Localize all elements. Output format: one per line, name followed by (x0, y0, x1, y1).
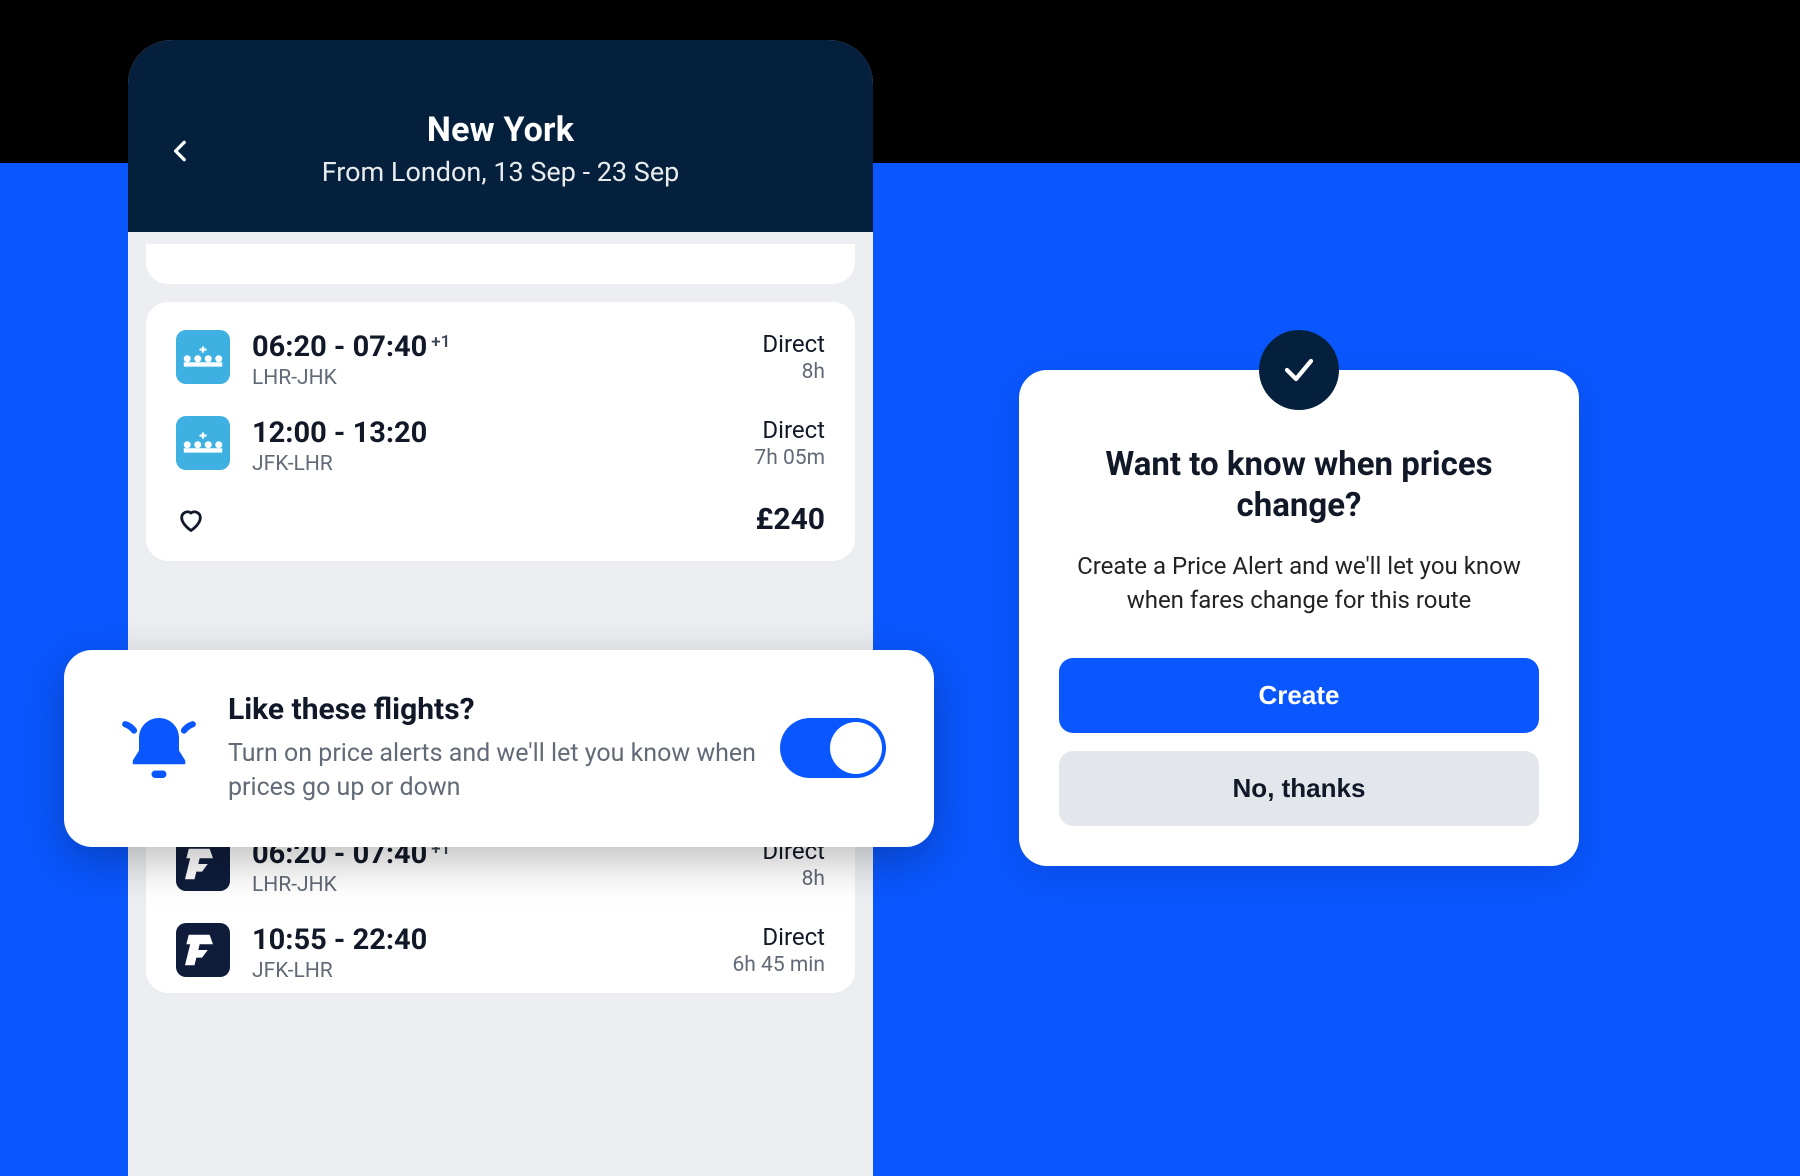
price-alert-toggle[interactable] (780, 718, 886, 778)
chevron-left-icon (168, 138, 194, 164)
flight-leg: 12:00 - 13:20 JFK-LHR Direct 7h 05m (176, 416, 825, 476)
alert-prompt-desc: Turn on price alerts and we'll let you k… (228, 737, 760, 805)
check-badge (1259, 330, 1339, 410)
leg-stops: Direct (732, 923, 825, 951)
leg-plus-days: +1 (431, 332, 450, 352)
price-alert-popup: Want to know when prices change? Create … (1019, 370, 1579, 866)
leg-duration: 7h 05m (754, 446, 825, 470)
flight-price: £240 (756, 502, 825, 537)
back-button[interactable] (168, 138, 194, 164)
leg-stops: Direct (762, 330, 825, 358)
airline-logo (176, 416, 230, 470)
leg-times: 10:55 - 22:40 (252, 923, 427, 957)
popup-desc: Create a Price Alert and we'll let you k… (1059, 549, 1539, 619)
toggle-knob (830, 722, 882, 774)
popup-title: Want to know when prices change? (1059, 444, 1539, 527)
crown-icon (182, 432, 224, 454)
heart-icon (176, 506, 206, 534)
flight-card[interactable]: 06:20 - 07:40+1 LHR-JHK Direct 8h (146, 302, 855, 561)
flight-leg: 10:55 - 22:40 JFK-LHR Direct 6h 45 min (176, 923, 825, 983)
leg-route: LHR-JHK (252, 873, 762, 897)
airline-logo (176, 330, 230, 384)
save-flight-button[interactable] (176, 506, 206, 534)
leg-route: JFK-LHR (252, 452, 754, 476)
leg-duration: 6h 45 min (732, 953, 825, 977)
alert-prompt-title: Like these flights? (228, 692, 760, 727)
leg-stops: Direct (754, 416, 825, 444)
flights-list: 06:20 - 07:40+1 LHR-JHK Direct 8h (128, 232, 873, 993)
leg-duration: 8h (762, 867, 825, 891)
leg-route: JFK-LHR (252, 959, 732, 983)
header-subtitle: From London, 13 Sep - 23 Sep (158, 156, 843, 188)
header-destination: New York (158, 110, 843, 150)
create-button[interactable]: Create (1059, 658, 1539, 733)
airline-f-icon (184, 845, 222, 883)
leg-route: LHR-JHK (252, 366, 762, 390)
check-icon (1281, 352, 1317, 388)
airline-f-icon (184, 931, 222, 969)
crown-icon (182, 346, 224, 368)
leg-times: 12:00 - 13:20 (252, 416, 427, 450)
phone-frame: New York From London, 13 Sep - 23 Sep (128, 40, 873, 1176)
airline-logo (176, 923, 230, 977)
no-thanks-button[interactable]: No, thanks (1059, 751, 1539, 826)
leg-duration: 8h (762, 360, 825, 384)
flights-header: New York From London, 13 Sep - 23 Sep (128, 40, 873, 232)
flight-leg: 06:20 - 07:40+1 LHR-JHK Direct 8h (176, 330, 825, 390)
flight-card-partial[interactable] (146, 244, 855, 284)
leg-times: 06:20 - 07:40 (252, 330, 427, 364)
bell-icon (112, 708, 206, 788)
price-alert-prompt: Like these flights? Turn on price alerts… (64, 650, 934, 847)
